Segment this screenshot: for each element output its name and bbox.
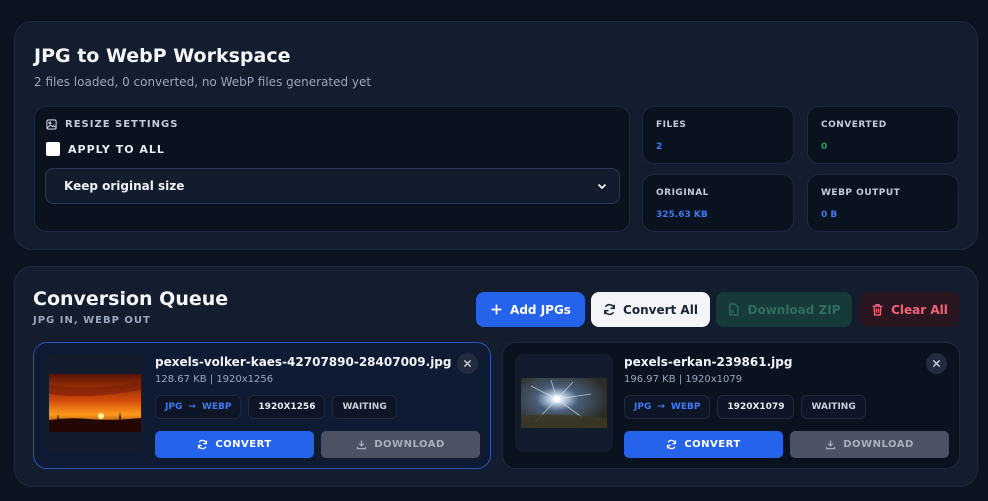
stat-files: FILES 2 <box>642 106 794 164</box>
sunburst-thumbnail <box>521 378 607 428</box>
queue-subtitle: JPG IN, WEBP OUT <box>33 315 151 326</box>
zip-file-icon <box>729 303 739 316</box>
clear-all-label: Clear All <box>891 302 948 317</box>
stat-files-label: FILES <box>656 120 687 130</box>
plus-icon <box>491 304 502 315</box>
resize-select[interactable]: Keep original size <box>45 168 620 204</box>
format-to: WEBP <box>201 402 232 412</box>
workspace-title: JPG to WebP Workspace <box>34 45 291 67</box>
download-button[interactable]: DOWNLOAD <box>790 431 949 458</box>
format-tag: JPG → WEBP <box>624 395 711 419</box>
download-icon <box>357 440 367 450</box>
convert-button[interactable]: CONVERT <box>155 431 314 458</box>
resize-settings-label: RESIZE SETTINGS <box>65 119 179 130</box>
file-meta: 128.67 KB | 1920x1256 <box>155 374 274 385</box>
file-name: pexels-volker-kaes-42707890-28407009.jpg <box>155 355 452 369</box>
status-badge: WAITING <box>801 395 866 419</box>
format-from: JPG <box>165 402 183 412</box>
file-card[interactable]: pexels-volker-kaes-42707890-28407009.jpg… <box>33 342 491 469</box>
stat-converted-label: CONVERTED <box>821 120 887 130</box>
resize-select-value: Keep original size <box>64 179 185 193</box>
file-thumbnail-frame <box>46 354 144 452</box>
stat-converted: CONVERTED 0 <box>807 106 959 164</box>
download-zip-label: Download ZIP <box>747 302 841 317</box>
stat-files-value: 2 <box>656 142 663 152</box>
stat-output-value: 0 B <box>821 210 838 220</box>
stat-converted-value: 0 <box>821 142 828 152</box>
arrow-right-icon: → <box>657 402 665 412</box>
convert-all-label: Convert All <box>623 302 698 317</box>
download-zip-button[interactable]: Download ZIP <box>716 292 852 327</box>
arrow-right-icon: → <box>188 402 196 412</box>
download-icon <box>826 440 836 450</box>
refresh-icon <box>198 439 208 450</box>
image-icon <box>46 119 57 130</box>
stat-output-label: WEBP OUTPUT <box>821 188 901 198</box>
apply-to-all-checkbox[interactable] <box>46 142 60 156</box>
file-meta: 196.97 KB | 1920x1079 <box>624 374 743 385</box>
convert-button[interactable]: CONVERT <box>624 431 783 458</box>
apply-to-all-toggle[interactable]: APPLY TO ALL <box>46 142 165 156</box>
add-jpgs-label: Add JPGs <box>510 302 571 317</box>
refresh-icon <box>604 303 615 316</box>
convert-all-button[interactable]: Convert All <box>591 292 710 327</box>
sunset-thumbnail <box>49 374 141 432</box>
convert-label: CONVERT <box>215 439 272 450</box>
workspace-panel: JPG to WebP Workspace 2 files loaded, 0 … <box>14 21 978 250</box>
file-card[interactable]: pexels-erkan-239861.jpg 196.97 KB | 1920… <box>502 342 960 469</box>
format-to: WEBP <box>670 402 701 412</box>
file-tags: JPG → WEBP 1920X1079 WAITING <box>624 395 866 419</box>
file-thumbnail-frame <box>515 354 613 452</box>
workspace-subtitle: 2 files loaded, 0 converted, no WebP fil… <box>34 75 372 89</box>
status-badge: WAITING <box>332 395 397 419</box>
format-tag: JPG → WEBP <box>155 395 242 419</box>
stat-original-value: 325.63 KB <box>656 210 708 220</box>
clear-all-button[interactable]: Clear All <box>860 292 959 327</box>
close-icon <box>463 359 472 368</box>
remove-file-button[interactable] <box>926 353 947 374</box>
download-label: DOWNLOAD <box>374 439 445 450</box>
remove-file-button[interactable] <box>457 353 478 374</box>
chevron-down-icon <box>597 183 607 190</box>
conversion-queue-panel: Conversion Queue JPG IN, WEBP OUT Add JP… <box>14 266 978 487</box>
add-jpgs-button[interactable]: Add JPGs <box>476 292 585 327</box>
resize-settings-box: RESIZE SETTINGS APPLY TO ALL Keep origin… <box>34 106 630 232</box>
convert-label: CONVERT <box>684 439 741 450</box>
download-button[interactable]: DOWNLOAD <box>321 431 480 458</box>
format-from: JPG <box>634 402 652 412</box>
download-label: DOWNLOAD <box>843 439 914 450</box>
stat-original-label: ORIGINAL <box>656 188 709 198</box>
dimensions-tag: 1920X1256 <box>248 395 326 419</box>
resize-settings-header: RESIZE SETTINGS <box>46 119 178 130</box>
close-icon <box>932 359 941 368</box>
queue-title: Conversion Queue <box>33 288 229 310</box>
trash-icon <box>872 303 883 316</box>
file-tags: JPG → WEBP 1920X1256 WAITING <box>155 395 397 419</box>
apply-to-all-label: APPLY TO ALL <box>68 142 165 156</box>
refresh-icon <box>667 439 677 450</box>
stat-original: ORIGINAL 325.63 KB <box>642 174 794 232</box>
dimensions-tag: 1920X1079 <box>717 395 795 419</box>
file-name: pexels-erkan-239861.jpg <box>624 355 793 369</box>
stat-webp-output: WEBP OUTPUT 0 B <box>807 174 959 232</box>
